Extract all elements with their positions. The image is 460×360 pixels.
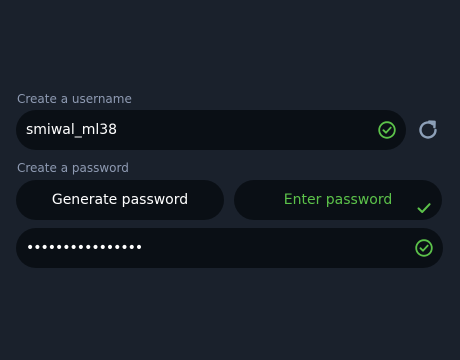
username-input[interactable]: smiwal_ml38 [16,110,406,150]
password-masked-value: •••••••••••••••• [26,240,143,256]
password-label: Create a password [17,161,129,175]
checkmark-icon [416,192,432,213]
check-circle-icon [378,121,396,139]
enter-password-button[interactable]: Enter password [234,180,442,220]
generate-password-button[interactable]: Generate password [16,180,224,220]
generate-password-label: Generate password [51,192,189,208]
check-circle-icon [415,239,433,257]
password-input[interactable]: •••••••••••••••• [16,228,443,268]
username-label: Create a username [17,92,132,106]
enter-password-label: Enter password [283,192,393,208]
refresh-icon[interactable] [416,118,440,142]
username-value: smiwal_ml38 [26,122,118,138]
